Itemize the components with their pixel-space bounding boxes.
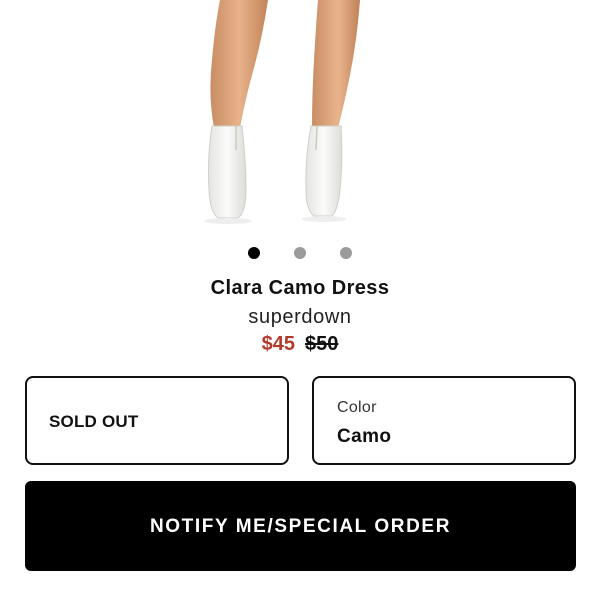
- size-selector: SOLD OUT: [25, 376, 289, 465]
- color-value: Camo: [337, 426, 392, 447]
- carousel-dot-2[interactable]: [294, 247, 306, 259]
- color-selector[interactable]: Color Camo: [312, 376, 576, 465]
- notify-me-button[interactable]: NOTIFY ME/SPECIAL ORDER: [25, 481, 576, 571]
- legs-boots-illustration: [204, 0, 360, 224]
- image-carousel-dots: [0, 247, 600, 259]
- brand-link[interactable]: superdown: [0, 306, 600, 329]
- price-row: $45 $50: [0, 333, 600, 356]
- product-page: Clara Camo Dress superdown $45 $50 SOLD O…: [0, 0, 600, 600]
- product-title: Clara Camo Dress: [210, 277, 390, 299]
- original-price: $50: [305, 333, 339, 355]
- product-image[interactable]: [0, 0, 600, 232]
- sold-out-label: SOLD OUT: [49, 412, 139, 431]
- color-label: Color: [337, 399, 377, 416]
- carousel-dot-3[interactable]: [340, 247, 352, 259]
- carousel-dot-1[interactable]: [248, 247, 260, 259]
- sale-price: $45: [261, 333, 295, 355]
